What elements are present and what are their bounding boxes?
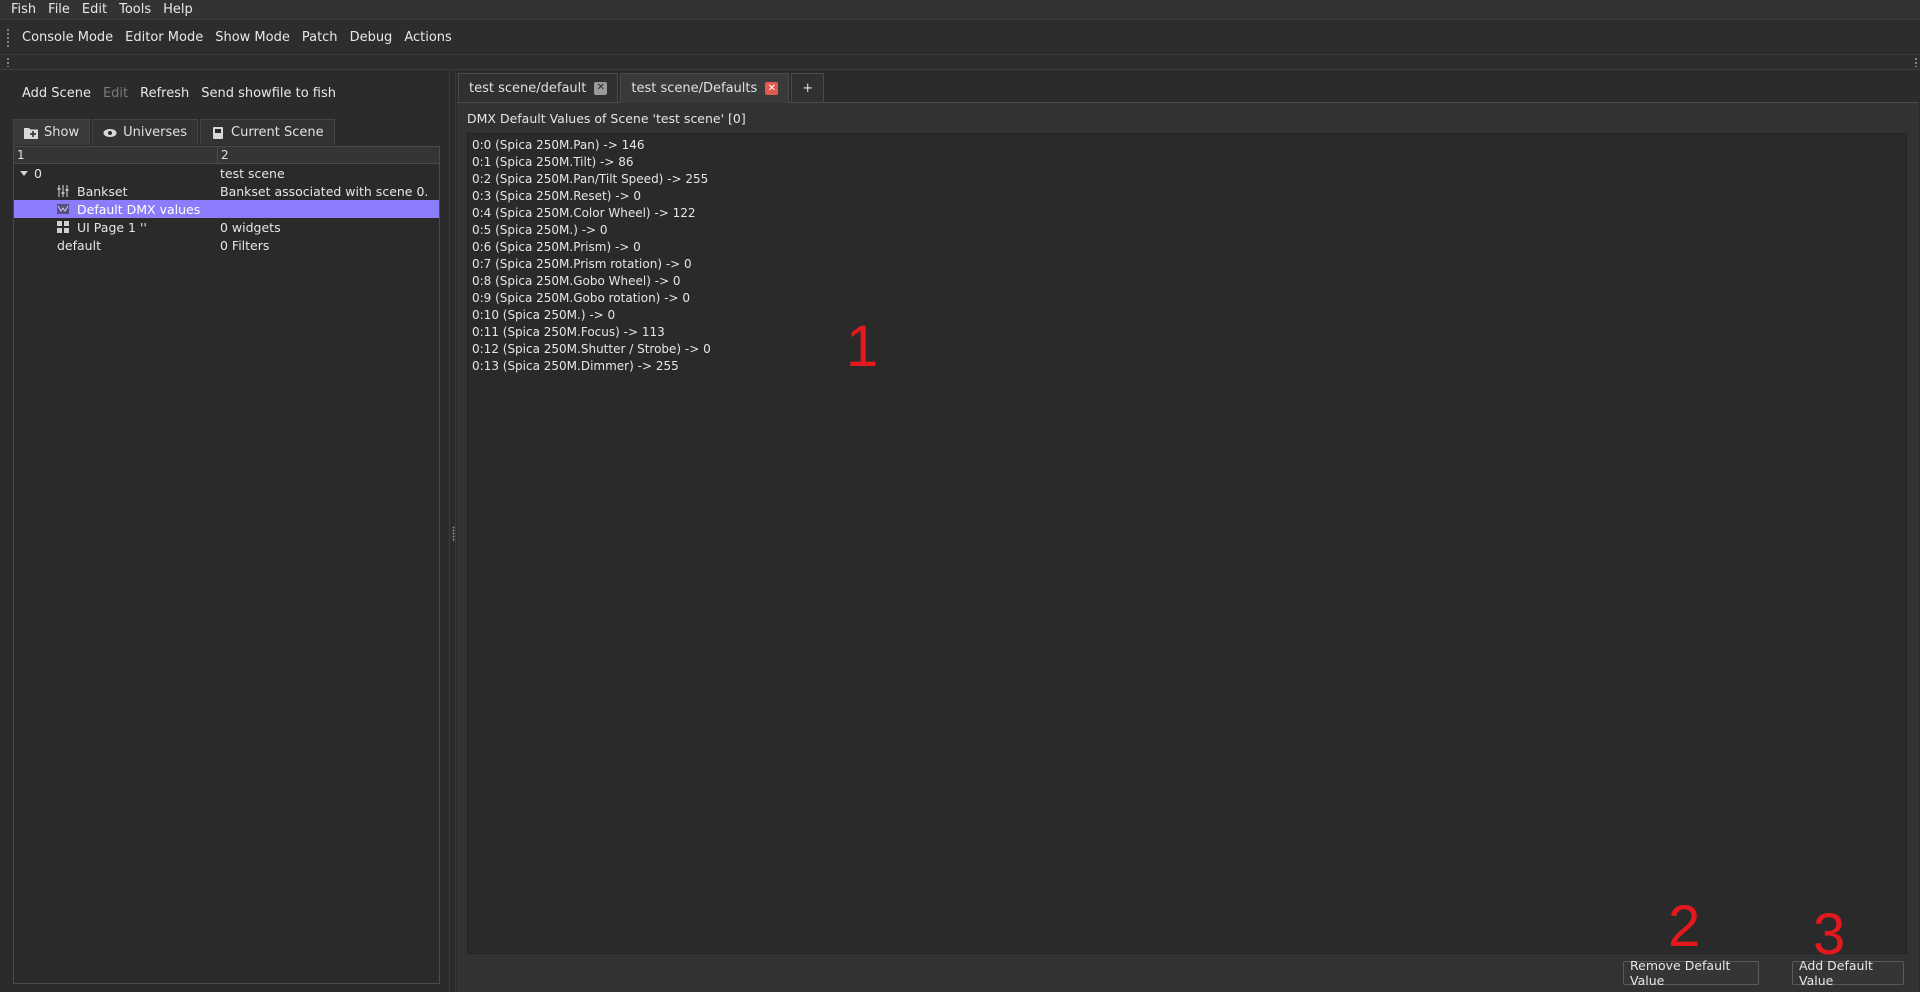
send-showfile-button[interactable]: Send showfile to fish bbox=[195, 86, 342, 101]
list-item[interactable]: 0:2 (Spica 250M.Pan/Tilt Speed) -> 255 bbox=[472, 171, 1902, 188]
actions-button[interactable]: Actions bbox=[398, 30, 458, 45]
console-mode-button[interactable]: Console Mode bbox=[16, 30, 119, 45]
expand-arrow-icon[interactable] bbox=[20, 170, 28, 176]
toolbar-grip-icon[interactable] bbox=[6, 57, 10, 67]
tab-show-label: Show bbox=[44, 125, 80, 140]
scene-icon bbox=[213, 126, 224, 139]
page-title: DMX Default Values of Scene 'test scene'… bbox=[467, 111, 746, 126]
eye-icon bbox=[103, 128, 117, 137]
list-item[interactable]: 0:1 (Spica 250M.Tilt) -> 86 bbox=[472, 154, 1902, 171]
menu-edit[interactable]: Edit bbox=[76, 1, 113, 18]
list-item[interactable]: 0:11 (Spica 250M.Focus) -> 113 bbox=[472, 324, 1902, 341]
show-mode-button[interactable]: Show Mode bbox=[209, 30, 296, 45]
splitter-handle-icon[interactable] bbox=[452, 526, 455, 542]
menu-tools[interactable]: Tools bbox=[113, 1, 157, 18]
tab-test-scene-default[interactable]: test scene/default ✕ bbox=[458, 73, 619, 102]
tree-row-value: 0 Filters bbox=[220, 237, 270, 253]
tree-row-scene-0[interactable]: 0 test scene bbox=[14, 164, 439, 182]
tree-row-label: default bbox=[57, 237, 101, 253]
dmx-values-icon bbox=[57, 204, 69, 214]
tree-row-label: Default DMX values bbox=[77, 201, 201, 217]
menu-help[interactable]: Help bbox=[157, 1, 199, 18]
add-default-value-button[interactable]: Add Default Value bbox=[1792, 958, 1904, 988]
tab-label: test scene/Defaults bbox=[631, 81, 758, 96]
bankset-icon bbox=[57, 185, 69, 197]
mode-toolbar: Console Mode Editor Mode Show Mode Patch… bbox=[0, 19, 1920, 55]
secondary-toolbar bbox=[0, 55, 1920, 70]
toolbar-extension-icon[interactable] bbox=[1914, 57, 1918, 67]
list-item[interactable]: 0:0 (Spica 250M.Pan) -> 146 bbox=[472, 137, 1902, 154]
list-item[interactable]: 0:12 (Spica 250M.Shutter / Strobe) -> 0 bbox=[472, 341, 1902, 358]
annotation-2: 2 bbox=[1668, 894, 1701, 959]
menu-file[interactable]: File bbox=[42, 1, 76, 18]
tree-row-value: test scene bbox=[220, 165, 285, 181]
list-item[interactable]: 0:4 (Spica 250M.Color Wheel) -> 122 bbox=[472, 205, 1902, 222]
tree-row-value: 0 widgets bbox=[220, 219, 281, 235]
add-scene-button[interactable]: Add Scene bbox=[16, 86, 97, 101]
dmx-values-list[interactable]: 0:0 (Spica 250M.Pan) -> 146 0:1 (Spica 2… bbox=[467, 133, 1907, 954]
document-tab-bar: test scene/default ✕ test scene/Defaults… bbox=[458, 73, 826, 103]
tree-row-label: Bankset bbox=[77, 183, 128, 199]
tree-column-1-header[interactable]: 1 bbox=[14, 147, 218, 163]
show-tree[interactable]: 1 2 0 test scene Bankset Bankset associa… bbox=[13, 146, 440, 984]
tab-current-scene[interactable]: Current Scene bbox=[200, 119, 335, 145]
close-icon[interactable]: ✕ bbox=[765, 82, 779, 95]
list-item[interactable]: 0:9 (Spica 250M.Gobo rotation) -> 0 bbox=[472, 290, 1902, 307]
tab-universes[interactable]: Universes bbox=[92, 119, 199, 145]
edit-button[interactable]: Edit bbox=[97, 86, 134, 101]
annotation-3: 3 bbox=[1813, 902, 1846, 967]
close-icon[interactable]: ✕ bbox=[594, 81, 608, 95]
refresh-button[interactable]: Refresh bbox=[134, 86, 195, 101]
tree-row-default-dmx-values[interactable]: Default DMX values bbox=[14, 200, 439, 218]
tree-row-bankset[interactable]: Bankset Bankset associated with scene 0. bbox=[14, 182, 439, 200]
tree-row-value: Bankset associated with scene 0. bbox=[220, 183, 429, 199]
tab-universes-label: Universes bbox=[123, 125, 188, 140]
tree-row-default-filters[interactable]: default 0 Filters bbox=[14, 236, 439, 254]
menu-fish[interactable]: Fish bbox=[6, 1, 42, 18]
list-item[interactable]: 0:8 (Spica 250M.Gobo Wheel) -> 0 bbox=[472, 273, 1902, 290]
list-item[interactable]: 0:5 (Spica 250M.) -> 0 bbox=[472, 222, 1902, 239]
tree-row-ui-page[interactable]: UI Page 1 '' 0 widgets bbox=[14, 218, 439, 236]
tab-label: test scene/default bbox=[469, 80, 587, 96]
panel-splitter[interactable] bbox=[449, 71, 456, 992]
folder-icon bbox=[24, 127, 38, 139]
tree-row-label: 0 bbox=[34, 165, 42, 181]
tree-column-2-header[interactable]: 2 bbox=[218, 147, 229, 163]
editor-mode-button[interactable]: Editor Mode bbox=[119, 30, 209, 45]
list-item[interactable]: 0:3 (Spica 250M.Reset) -> 0 bbox=[472, 188, 1902, 205]
menu-bar: Fish File Edit Tools Help bbox=[0, 0, 1920, 19]
annotation-1: 1 bbox=[846, 314, 879, 379]
tree-row-label: UI Page 1 '' bbox=[77, 219, 147, 235]
new-tab-button[interactable]: + bbox=[791, 73, 825, 102]
list-item[interactable]: 0:6 (Spica 250M.Prism) -> 0 bbox=[472, 239, 1902, 256]
remove-default-value-button[interactable]: Remove Default Value bbox=[1623, 958, 1759, 988]
left-tab-bar: Show Universes Current Scene bbox=[13, 119, 337, 145]
list-item[interactable]: 0:13 (Spica 250M.Dimmer) -> 255 bbox=[472, 358, 1902, 375]
list-item[interactable]: 0:10 (Spica 250M.) -> 0 bbox=[472, 307, 1902, 324]
tab-show[interactable]: Show bbox=[13, 119, 91, 145]
tree-header: 1 2 bbox=[14, 147, 439, 164]
patch-button[interactable]: Patch bbox=[296, 30, 344, 45]
tab-current-scene-label: Current Scene bbox=[231, 125, 324, 140]
debug-button[interactable]: Debug bbox=[344, 30, 399, 45]
list-item[interactable]: 0:7 (Spica 250M.Prism rotation) -> 0 bbox=[472, 256, 1902, 273]
tab-test-scene-defaults[interactable]: test scene/Defaults ✕ bbox=[620, 73, 790, 103]
ui-page-icon bbox=[57, 221, 69, 233]
scene-toolbar: Add Scene Edit Refresh Send showfile to … bbox=[16, 86, 342, 101]
toolbar-grip-icon[interactable] bbox=[6, 28, 10, 48]
